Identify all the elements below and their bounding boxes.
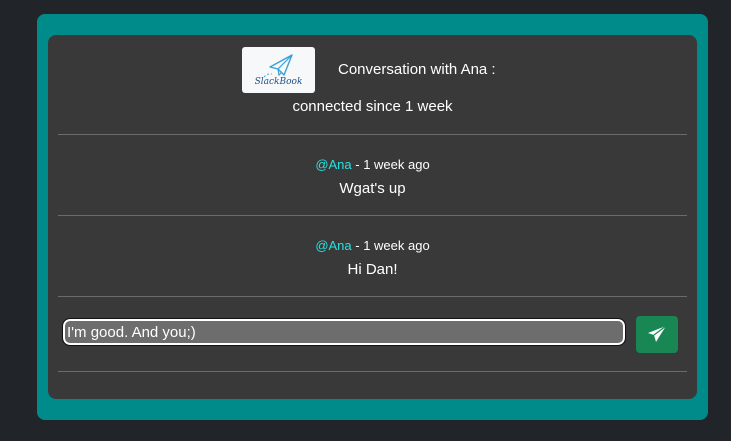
message-author[interactable]: @Ana	[315, 157, 351, 172]
divider	[58, 215, 687, 216]
divider	[58, 134, 687, 135]
message-text: Wgat's up	[339, 180, 406, 197]
message-time: - 1 week ago	[351, 238, 430, 253]
message-input[interactable]	[62, 318, 626, 346]
conversation-header: SlackBook Conversation with Ana : connec…	[48, 35, 697, 135]
message-meta: @Ana - 1 week ago	[48, 237, 697, 255]
send-button[interactable]	[636, 316, 678, 353]
logo-wordmark: SlackBook	[254, 77, 303, 87]
message-time: - 1 week ago	[351, 157, 430, 172]
divider	[58, 296, 687, 297]
message-text: Hi Dan!	[347, 261, 398, 278]
chat-frame: SlackBook Conversation with Ana : connec…	[37, 14, 708, 420]
conversation-card: SlackBook Conversation with Ana : connec…	[48, 35, 697, 399]
message-meta: @Ana - 1 week ago	[48, 156, 697, 174]
conversation-title: Conversation with Ana :	[338, 61, 496, 78]
message-author[interactable]: @Ana	[315, 238, 351, 253]
message-item: @Ana - 1 week ago Hi Dan!	[48, 237, 697, 279]
paper-plane-icon	[648, 325, 667, 342]
slackbook-logo: SlackBook	[242, 47, 315, 93]
message-item: @Ana - 1 week ago Wgat's up	[48, 156, 697, 198]
divider	[58, 371, 687, 372]
connection-status: connected since 1 week	[292, 98, 453, 115]
